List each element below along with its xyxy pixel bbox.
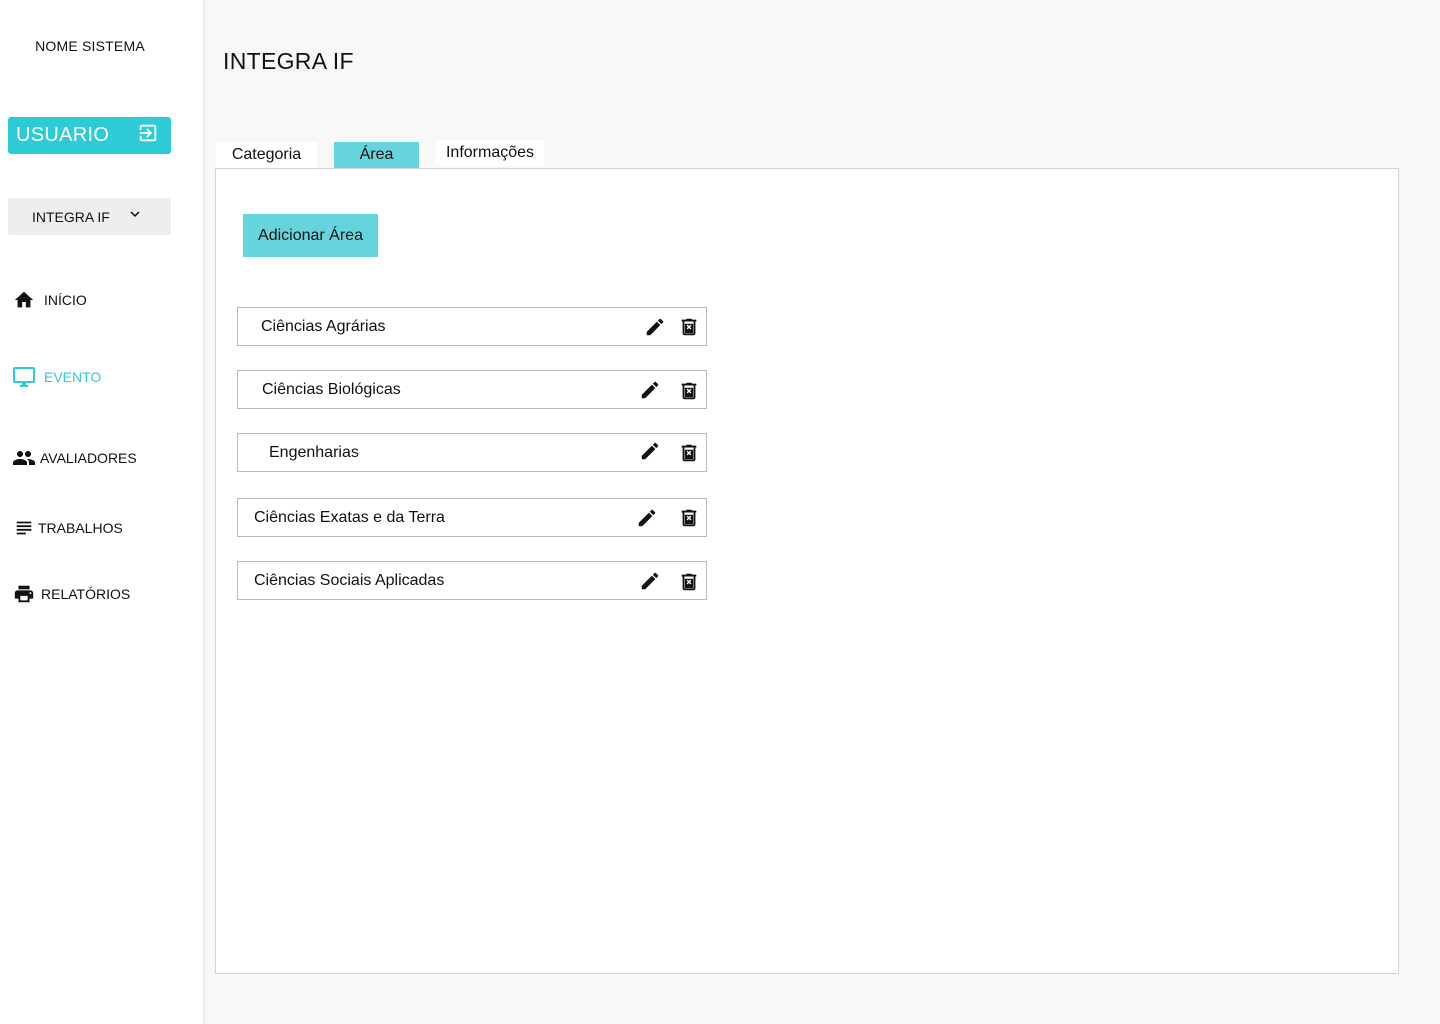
nav-item-evento[interactable]: EVENTO: [12, 365, 101, 389]
edit-icon[interactable]: [639, 440, 661, 462]
tab-informacoes[interactable]: Informações: [436, 140, 544, 166]
list-item: Engenharias: [237, 433, 707, 472]
tab-label: Área: [359, 146, 394, 163]
delete-icon[interactable]: [678, 316, 700, 338]
area-name: Ciências Agrárias: [261, 318, 386, 335]
edit-icon[interactable]: [644, 316, 666, 338]
list-item: Ciências Exatas e da Terra: [237, 498, 707, 537]
area-name: Ciências Sociais Aplicadas: [254, 572, 445, 589]
nav-label: AVALIADORES: [40, 450, 137, 466]
user-label: USUARIO: [16, 124, 110, 146]
chevron-down-icon: [110, 205, 144, 228]
system-name: NOME SISTEMA: [35, 38, 145, 54]
edit-icon[interactable]: [639, 379, 661, 401]
list-icon: [12, 516, 36, 540]
logout-icon: [137, 122, 159, 149]
user-logout-button[interactable]: USUARIO: [8, 117, 171, 154]
delete-icon[interactable]: [678, 507, 700, 529]
list-item: Ciências Biológicas: [237, 370, 707, 409]
page-title: INTEGRA IF: [223, 48, 354, 74]
nav-item-relatorios[interactable]: RELATÓRIOS: [12, 582, 130, 606]
monitor-icon: [12, 365, 36, 389]
add-area-button[interactable]: Adicionar Área: [243, 214, 378, 257]
people-icon: [12, 446, 36, 470]
list-item: Ciências Sociais Aplicadas: [237, 561, 707, 600]
delete-icon[interactable]: [678, 380, 700, 402]
delete-icon[interactable]: [678, 442, 700, 464]
edit-icon[interactable]: [639, 570, 661, 592]
home-icon: [12, 288, 36, 312]
nav-label: RELATÓRIOS: [41, 586, 131, 602]
tab-categoria[interactable]: Categoria: [216, 142, 317, 168]
nav-item-inicio[interactable]: INÍCIO: [12, 288, 87, 312]
nav-label: TRABALHOS: [38, 520, 123, 536]
area-name: Ciências Exatas e da Terra: [254, 509, 445, 526]
delete-icon[interactable]: [678, 571, 700, 593]
sidebar: NOME SISTEMA USUARIO INTEGRA IF INÍCIO E…: [0, 0, 203, 1024]
print-icon: [12, 582, 36, 606]
tab-area[interactable]: Área: [334, 142, 419, 168]
tab-label: Categoria: [231, 146, 302, 163]
nav-label: INÍCIO: [44, 292, 87, 308]
edit-icon[interactable]: [636, 507, 658, 529]
nav-item-trabalhos[interactable]: TRABALHOS: [12, 516, 123, 540]
event-select[interactable]: INTEGRA IF: [8, 198, 171, 235]
tab-label: Informações: [445, 144, 535, 161]
area-name: Ciências Biológicas: [262, 381, 401, 398]
sidebar-divider: [203, 0, 207, 1024]
list-item: Ciências Agrárias: [237, 307, 707, 346]
event-select-value: INTEGRA IF: [32, 208, 110, 225]
nav-item-avaliadores[interactable]: AVALIADORES: [12, 446, 137, 470]
nav-label: EVENTO: [44, 369, 102, 385]
area-name: Engenharias: [269, 444, 359, 461]
